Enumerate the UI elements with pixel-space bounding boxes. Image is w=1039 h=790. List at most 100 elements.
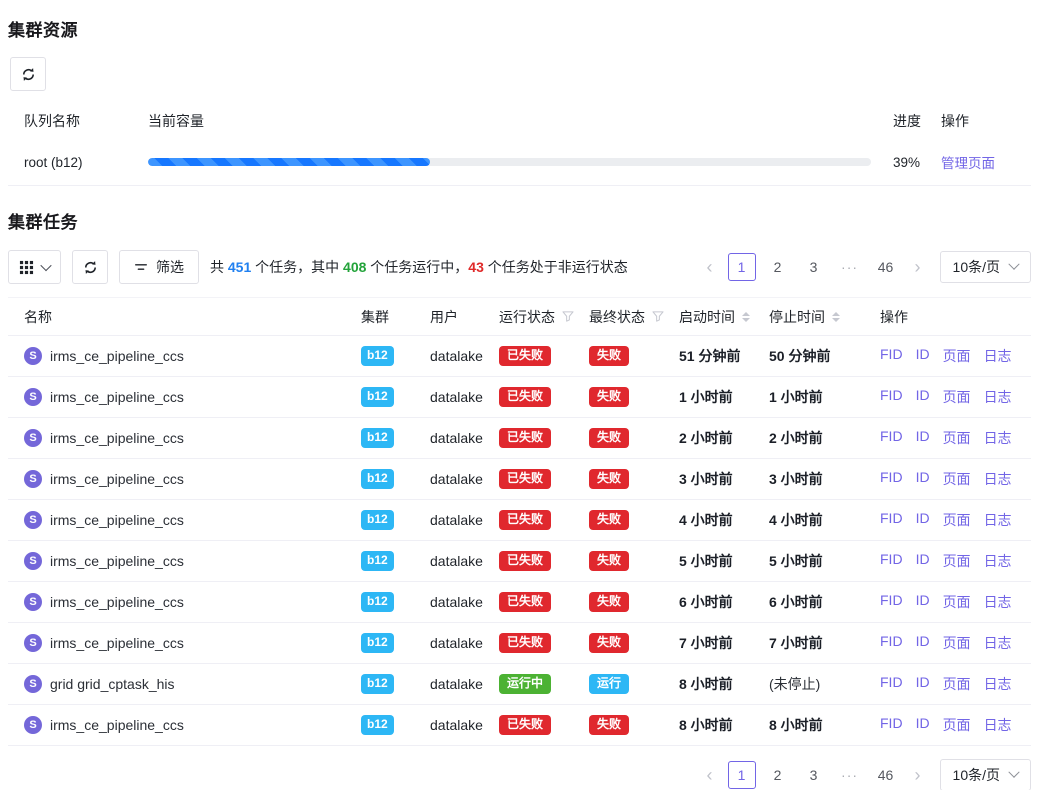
cluster-badge: b12 <box>361 633 394 653</box>
page-link[interactable]: 页面 <box>943 469 971 489</box>
next-page-icon[interactable]: › <box>908 765 928 786</box>
page-link[interactable]: 页面 <box>943 387 971 407</box>
tasks-summary: 共 451 个任务，其中 408 个任务运行中，43 个任务处于非运行状态 <box>210 257 628 277</box>
log-link[interactable]: 日志 <box>984 715 1012 735</box>
page-item-2[interactable]: 2 <box>764 253 792 281</box>
page-item-46[interactable]: 46 <box>872 761 900 789</box>
pagination-ellipsis[interactable]: ··· <box>836 761 864 789</box>
user-header: 用户 <box>430 307 499 327</box>
action-header: 操作 <box>870 307 1031 327</box>
table-row: S irms_ce_pipeline_ccs b12 datalake 已失败 … <box>8 705 1031 746</box>
id-link[interactable]: ID <box>916 510 930 530</box>
fid-link[interactable]: FID <box>880 674 903 694</box>
page-item-3[interactable]: 3 <box>800 253 828 281</box>
page-item-2[interactable]: 2 <box>764 761 792 789</box>
column-settings-button[interactable] <box>8 250 61 284</box>
page-link[interactable]: 页面 <box>943 633 971 653</box>
filter-button[interactable]: 筛选 <box>119 250 199 284</box>
stop-time: 4 小时前 <box>769 512 823 528</box>
manage-page-link[interactable]: 管理页面 <box>941 156 995 171</box>
run-status-badge: 已失败 <box>499 346 551 367</box>
prev-page-icon[interactable]: ‹ <box>700 257 720 278</box>
page-link[interactable]: 页面 <box>943 551 971 571</box>
fid-link[interactable]: FID <box>880 633 903 653</box>
fid-link[interactable]: FID <box>880 428 903 448</box>
final-status-badge: 失败 <box>589 387 629 408</box>
start-time: 5 小时前 <box>679 553 733 569</box>
page-link[interactable]: 页面 <box>943 428 971 448</box>
log-link[interactable]: 日志 <box>984 387 1012 407</box>
task-name: irms_ce_pipeline_ccs <box>50 635 184 651</box>
id-link[interactable]: ID <box>916 592 930 612</box>
fid-link[interactable]: FID <box>880 469 903 489</box>
id-link[interactable]: ID <box>916 469 930 489</box>
cluster-badge: b12 <box>361 551 394 571</box>
sort-icon[interactable] <box>832 312 840 322</box>
stop-time-header: 停止时间 <box>769 307 825 327</box>
tasks-refresh-button[interactable] <box>72 250 108 284</box>
page-link[interactable]: 页面 <box>943 674 971 694</box>
page-item-3[interactable]: 3 <box>800 761 828 789</box>
id-link[interactable]: ID <box>916 674 930 694</box>
log-link[interactable]: 日志 <box>984 469 1012 489</box>
task-name: irms_ce_pipeline_ccs <box>50 553 184 569</box>
log-link[interactable]: 日志 <box>984 633 1012 653</box>
table-row: S irms_ce_pipeline_ccs b12 datalake 已失败 … <box>8 459 1031 500</box>
final-status-badge: 运行 <box>589 674 629 695</box>
filter-funnel-icon[interactable] <box>652 311 664 322</box>
final-status-badge: 失败 <box>589 469 629 490</box>
table-row: S grid grid_cptask_his b12 datalake 运行中 … <box>8 664 1031 705</box>
pagination-bottom: ‹ 1 2 3 ··· 46 › 10条/页 <box>700 759 1031 790</box>
prev-page-icon[interactable]: ‹ <box>700 765 720 786</box>
fid-link[interactable]: FID <box>880 715 903 735</box>
log-link[interactable]: 日志 <box>984 428 1012 448</box>
run-status-badge: 已失败 <box>499 469 551 490</box>
id-link[interactable]: ID <box>916 633 930 653</box>
fid-link[interactable]: FID <box>880 551 903 571</box>
stop-time: (未停止) <box>769 676 820 692</box>
next-page-icon[interactable]: › <box>908 257 928 278</box>
pagination-ellipsis[interactable]: ··· <box>836 253 864 281</box>
page-item-1[interactable]: 1 <box>728 761 756 789</box>
id-link[interactable]: ID <box>916 346 930 366</box>
filter-lines-icon <box>134 260 148 274</box>
refresh-icon <box>83 260 98 275</box>
filter-funnel-icon[interactable] <box>562 311 574 322</box>
start-time: 8 小时前 <box>679 676 733 692</box>
id-link[interactable]: ID <box>916 428 930 448</box>
resources-refresh-button[interactable] <box>10 57 46 91</box>
log-link[interactable]: 日志 <box>984 592 1012 612</box>
page-link[interactable]: 页面 <box>943 510 971 530</box>
summary-part: 个任务，其中 <box>251 259 343 275</box>
progress-header: 进度 <box>871 111 935 131</box>
fid-link[interactable]: FID <box>880 510 903 530</box>
fid-link[interactable]: FID <box>880 387 903 407</box>
stop-time: 6 小时前 <box>769 594 823 610</box>
id-link[interactable]: ID <box>916 551 930 571</box>
page-size-select[interactable]: 10条/页 <box>940 759 1031 790</box>
log-link[interactable]: 日志 <box>984 674 1012 694</box>
log-link[interactable]: 日志 <box>984 510 1012 530</box>
log-link[interactable]: 日志 <box>984 551 1012 571</box>
fid-link[interactable]: FID <box>880 346 903 366</box>
sort-icon[interactable] <box>742 312 750 322</box>
page-size-select[interactable]: 10条/页 <box>940 251 1031 283</box>
user-name: datalake <box>430 512 483 528</box>
page-item-46[interactable]: 46 <box>872 253 900 281</box>
page-link[interactable]: 页面 <box>943 346 971 366</box>
fid-link[interactable]: FID <box>880 592 903 612</box>
id-link[interactable]: ID <box>916 387 930 407</box>
user-name: datalake <box>430 430 483 446</box>
page-link[interactable]: 页面 <box>943 592 971 612</box>
page-item-1[interactable]: 1 <box>728 253 756 281</box>
resources-table-header: 队列名称 当前容量 进度 操作 <box>8 103 1031 139</box>
summary-part: 个任务处于非运行状态 <box>484 259 628 275</box>
user-name: datalake <box>430 594 483 610</box>
task-name: grid grid_cptask_his <box>50 676 175 692</box>
id-link[interactable]: ID <box>916 715 930 735</box>
running-count: 408 <box>343 259 366 275</box>
avatar: S <box>24 470 42 488</box>
tasks-table-header: 名称 集群 用户 运行状态 最终状态 <box>8 297 1031 336</box>
log-link[interactable]: 日志 <box>984 346 1012 366</box>
page-link[interactable]: 页面 <box>943 715 971 735</box>
